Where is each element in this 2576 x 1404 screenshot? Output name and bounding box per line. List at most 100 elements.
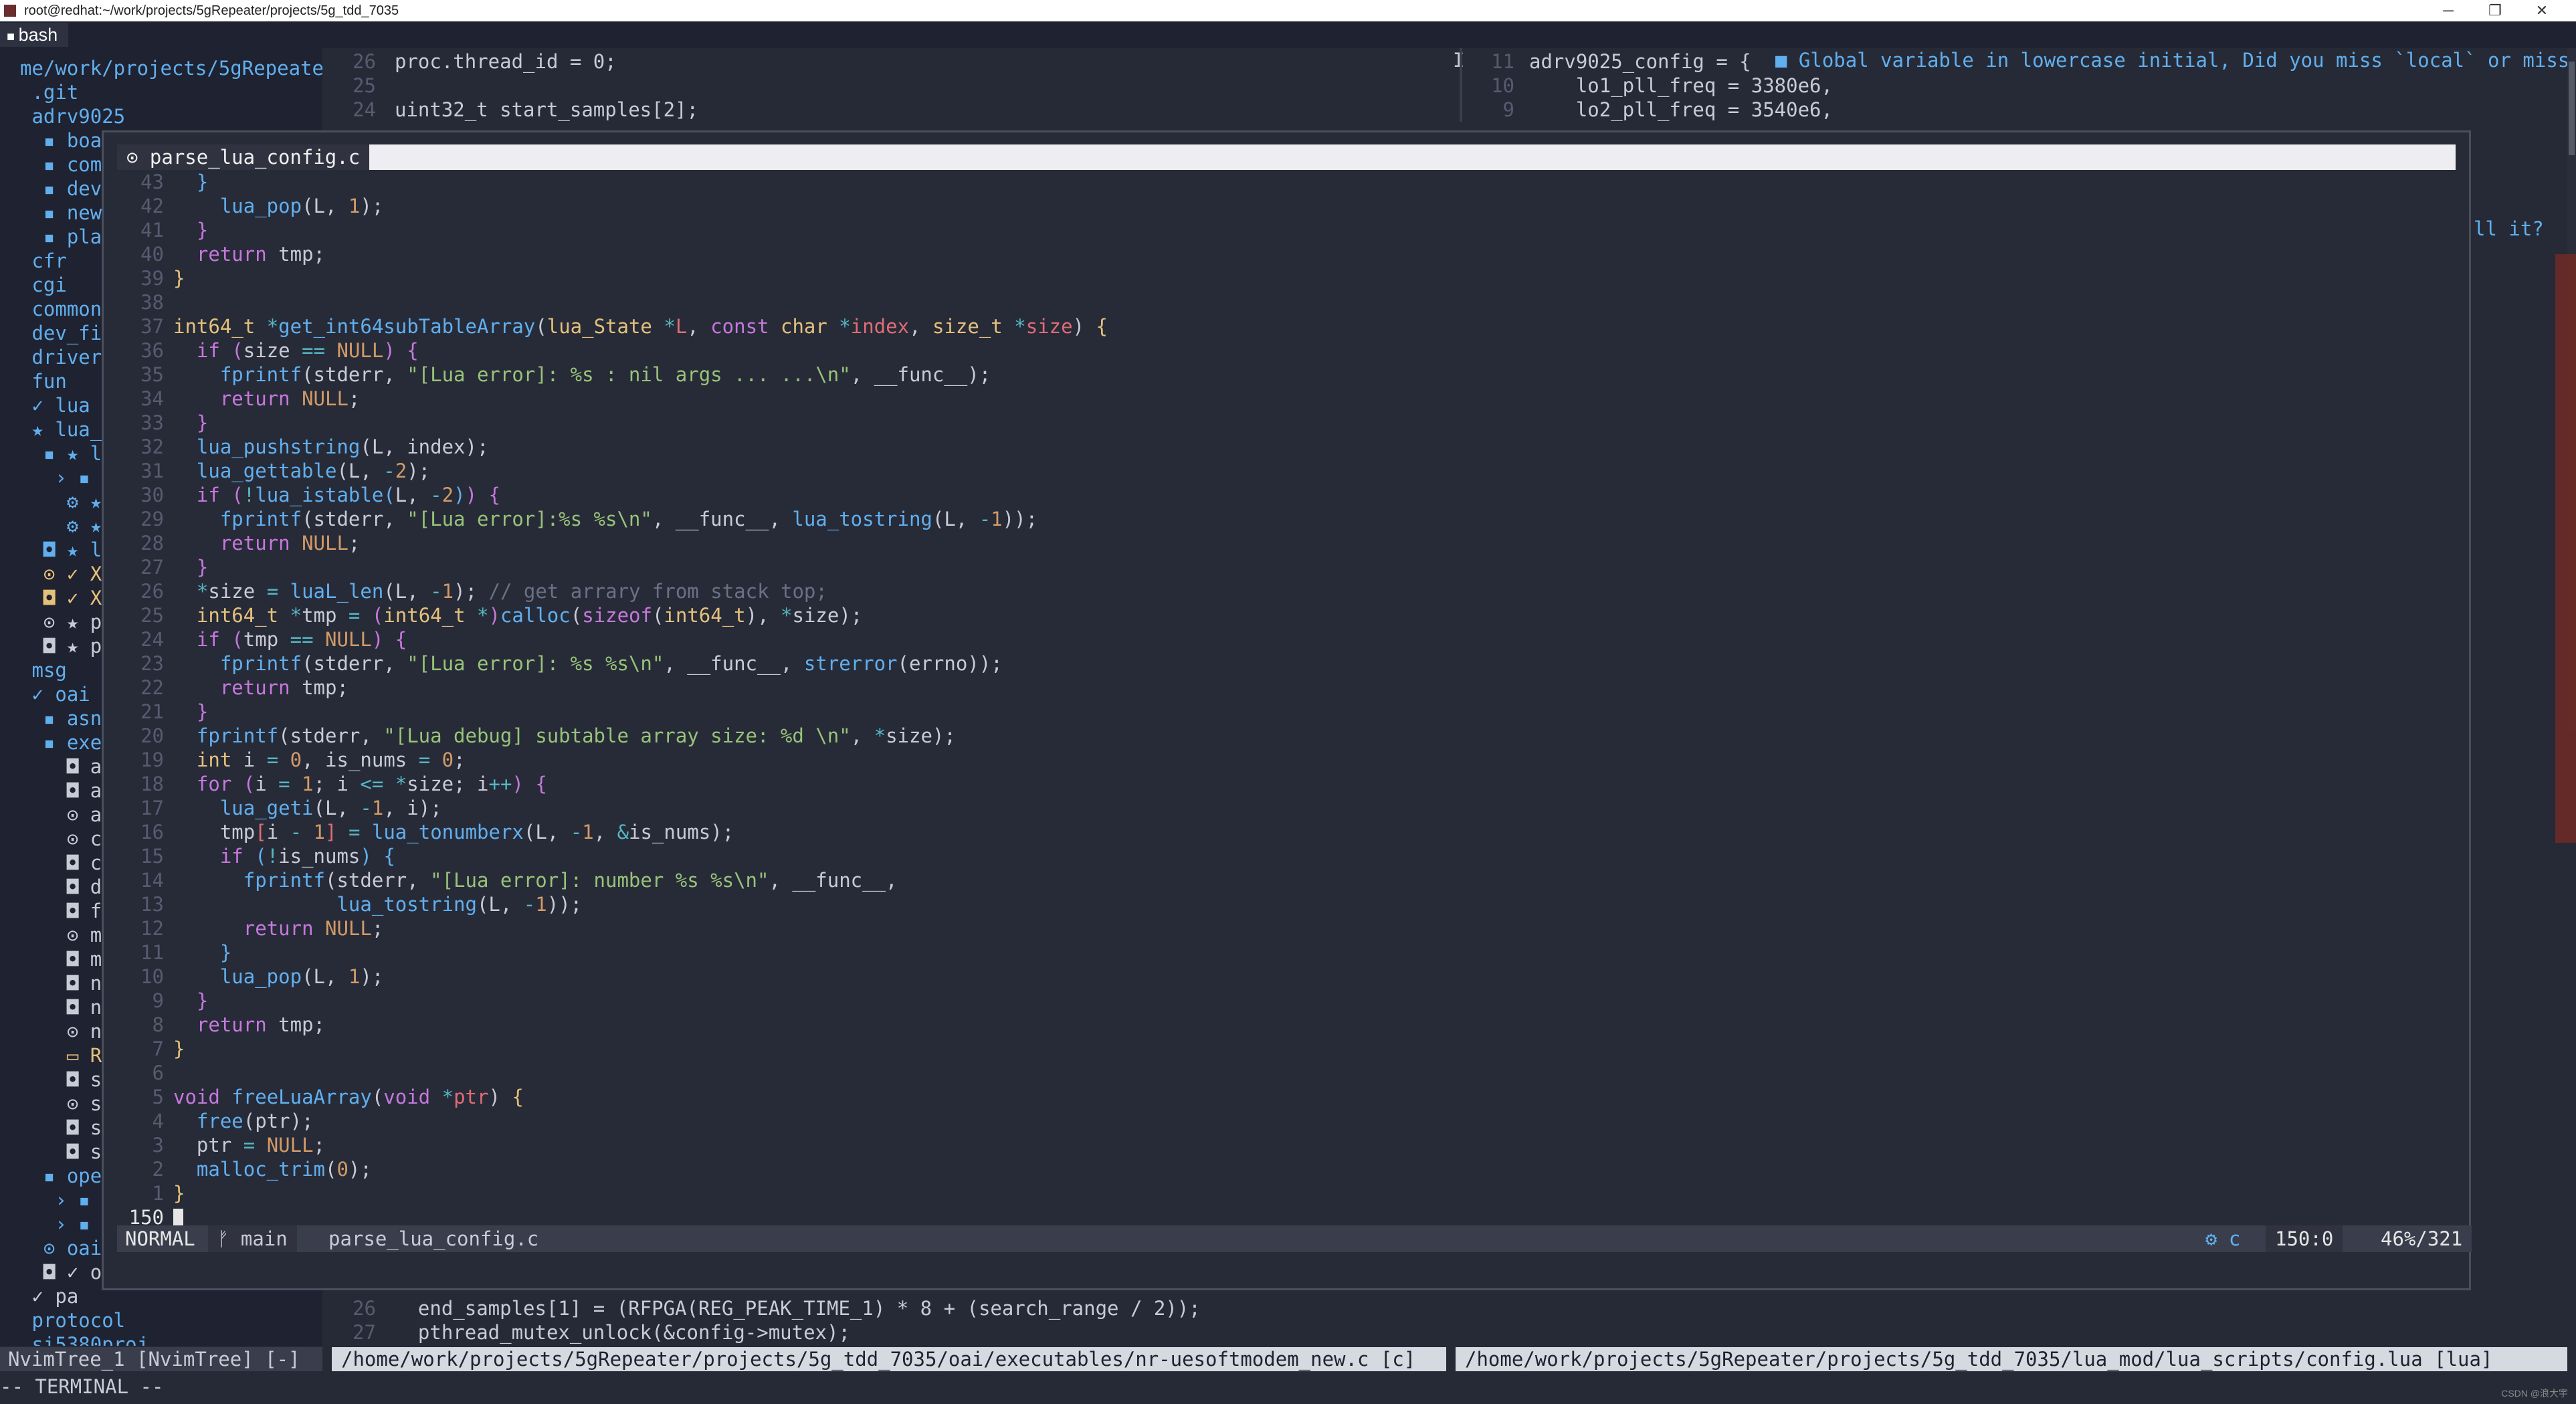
tree-item[interactable]: ⊙ ms xyxy=(20,923,114,947)
command-line[interactable]: -- TERMINAL -- xyxy=(0,1373,2576,1404)
tree-item[interactable]: ▪ comm xyxy=(20,153,114,177)
tree-item[interactable]: ▪ open xyxy=(20,1164,114,1188)
right-statusline: /home/work/projects/5gRepeater/projects/… xyxy=(1456,1347,2567,1371)
tree-item[interactable]: ⊙ sq xyxy=(20,1092,114,1116)
line-number: 26 xyxy=(353,1297,376,1320)
tree-item[interactable]: ⊙ co xyxy=(20,827,114,851)
tree-item[interactable]: dev_fi xyxy=(20,321,102,345)
tree-item[interactable]: › ▪ ★ xyxy=(20,466,113,490)
tree-item[interactable]: ◘ co xyxy=(20,851,114,875)
restore-button[interactable]: ❐ xyxy=(2472,0,2518,21)
tree-item[interactable]: ▪ asn1 xyxy=(20,706,114,730)
tree-item[interactable]: ◘ nr xyxy=(20,995,114,1019)
line-number: 31 xyxy=(140,460,164,482)
tree-item[interactable]: common xyxy=(20,297,102,321)
floating-buffer-window[interactable]: ⊙ parse_lua_config.c 43 } 42 lua_pop(L, 1… xyxy=(102,130,2472,1290)
code-line: 36 if (size == NULL) { xyxy=(104,338,419,363)
line-number: 33 xyxy=(140,411,164,434)
code-line: 27 pthread_mutex_unlock(&config->mutex); xyxy=(322,1320,850,1344)
mode-indicator: NORMAL xyxy=(117,1225,203,1252)
tree-item[interactable]: ⚙ ★ xyxy=(20,490,102,514)
line-number: 24 xyxy=(353,98,376,121)
line-number: 23 xyxy=(140,652,164,675)
tree-item[interactable]: ⚙ ★ xyxy=(20,514,102,538)
tree-item[interactable]: ◘ sq xyxy=(20,1116,114,1140)
tree-item[interactable]: ✓ lua xyxy=(20,393,90,417)
tree-item[interactable]: ◘ ✓ X xyxy=(20,586,102,610)
tree-item[interactable]: ▪ boar xyxy=(20,128,114,153)
code-view[interactable]: 43 } 42 lua_pop(L, 1); 41 } 40 return tmp; 3… xyxy=(104,170,2469,1227)
tree-item[interactable]: ◘ ★ pa xyxy=(20,634,114,658)
tree-item[interactable]: ◘ ★ lu xyxy=(20,538,114,562)
tree-item[interactable]: driver xyxy=(20,345,102,369)
code-line: 19 int i = 0, is_nums = 0; xyxy=(104,748,466,772)
tree-item[interactable]: cgi xyxy=(20,273,66,297)
code-line: 33 } xyxy=(104,411,208,435)
tree-item[interactable]: ▭ RE xyxy=(20,1043,114,1068)
tree-item[interactable]: ▪ exec xyxy=(20,730,114,755)
minimize-button[interactable]: ─ xyxy=(2425,0,2472,21)
tree-item[interactable]: ◘ ap xyxy=(20,755,114,779)
tree-item[interactable]: adrv9025 xyxy=(20,104,125,128)
tree-item[interactable]: protocol xyxy=(20,1308,125,1332)
tree-item[interactable]: msg xyxy=(20,658,66,682)
code-line: 13 lua_tostring(L, -1)); xyxy=(104,892,582,916)
line-number: 16 xyxy=(140,821,164,843)
line-number: 37 xyxy=(140,315,164,338)
tree-item[interactable]: ⊙ oai. xyxy=(20,1236,114,1260)
tree-item[interactable]: ⊙ ★ pa xyxy=(20,610,114,634)
line-number: 10 xyxy=(140,965,164,988)
tree-statusline: NvimTree_1 [NvimTree] [-] xyxy=(0,1347,322,1371)
code-line: 3 ptr = NULL; xyxy=(104,1133,325,1157)
tree-item[interactable]: si5380proj xyxy=(20,1332,148,1346)
code-line: 1} xyxy=(104,1181,185,1205)
tree-item[interactable]: ◘ as xyxy=(20,779,114,803)
tree-item[interactable]: ▪ ★ lu xyxy=(20,441,114,466)
window-title: root@redhat:~/work/projects/5gRepeater/p… xyxy=(24,3,399,18)
close-button[interactable]: ✕ xyxy=(2518,0,2565,21)
line-number: 5 xyxy=(152,1086,164,1108)
tree-item[interactable]: .git xyxy=(20,80,78,104)
line-number: 11 xyxy=(1491,50,1514,73)
tree-item[interactable]: cfr xyxy=(20,249,66,273)
code-line: 20 fprintf(stderr, "[Lua debug] subtable… xyxy=(104,724,956,748)
line-number: 26 xyxy=(140,580,164,603)
line-number: 19 xyxy=(140,748,164,771)
tree-item[interactable]: ◘ nr xyxy=(20,971,114,995)
tree-item[interactable]: fun xyxy=(20,369,66,393)
terminal-tab-icon: ■ xyxy=(7,29,19,44)
code-line: 7} xyxy=(104,1037,185,1061)
floating-title-bar: ⊙ parse_lua_config.c xyxy=(117,144,2456,170)
filetype-indicator: ⚙ c xyxy=(2205,1227,2241,1250)
floating-title[interactable]: ⊙ parse_lua_config.c xyxy=(117,144,370,170)
tree-item[interactable]: ✓ oai xyxy=(20,682,90,706)
code-line: 5 void freeLuaArray(void *ptr) { xyxy=(104,1085,524,1109)
tree-item[interactable]: ⊙ ax xyxy=(20,803,114,827)
tree-item[interactable]: ✓ pa xyxy=(20,1284,78,1308)
tree-item[interactable]: me/work/projects/5gRepeater/ xyxy=(20,56,322,80)
tree-item[interactable]: ◘ fp xyxy=(20,899,114,923)
code-line: 26 *size = luaL_len(L, -1); // get arrar… xyxy=(104,579,827,603)
tree-item[interactable]: ⊙ nr xyxy=(20,1019,114,1043)
code-text: adrv9025_config = { xyxy=(1529,50,1751,73)
tree-item[interactable]: ◘ dm xyxy=(20,875,114,899)
line-number: 38 xyxy=(140,291,164,314)
line-number: 13 xyxy=(140,893,164,916)
tree-item[interactable]: ★ lua_ xyxy=(20,417,102,441)
tree-item[interactable]: ▪ newv xyxy=(20,201,114,225)
git-branch: ᚠ main xyxy=(208,1225,297,1252)
scrollbar-thumb[interactable] xyxy=(2569,62,2575,155)
tree-item[interactable]: ◘ sy xyxy=(20,1140,114,1164)
code-line: 15 if (!is_nums) { xyxy=(104,844,395,868)
code-line: 30 if (!lua_istable(L, -2)) { xyxy=(104,483,500,507)
tree-item[interactable]: ▪ plat xyxy=(20,225,114,249)
tree-item[interactable]: ▪ devi xyxy=(20,177,114,201)
code-line: 10 lua_pop(L, 1); xyxy=(104,965,383,989)
tree-item[interactable]: ◘ ms xyxy=(20,947,114,971)
code-line: 18 for (i = 1; i <= *size; i++) { xyxy=(104,772,547,796)
tree-item[interactable]: ◘ si xyxy=(20,1068,114,1092)
tree-item[interactable]: ⊙ ✓ X xyxy=(20,562,102,586)
code-line: 16 tmp[i - 1] = lua_tonumberx(L, -1, &is… xyxy=(104,820,734,844)
tree-item[interactable]: ◘ ✓ oa xyxy=(20,1260,114,1284)
tab-bash[interactable]: ■ bash xyxy=(0,23,69,47)
